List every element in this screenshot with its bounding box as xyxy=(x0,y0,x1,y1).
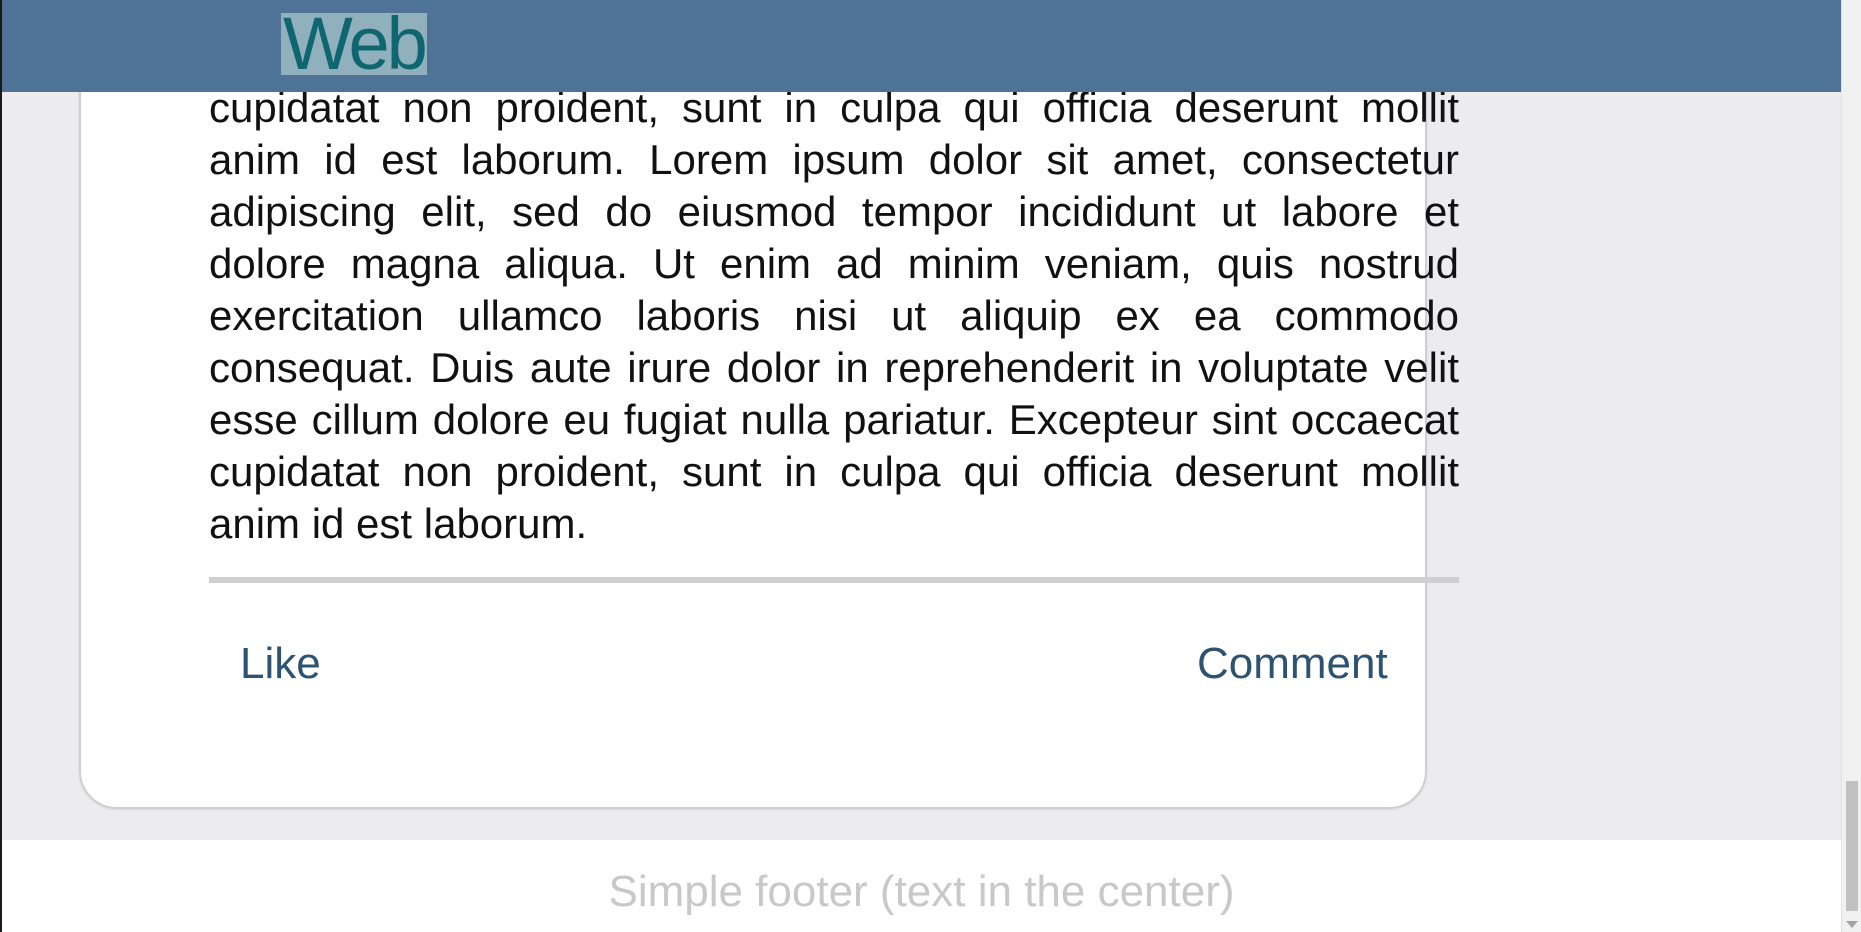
top-header-bar: Web xyxy=(0,0,1841,92)
scrollbar-thumb[interactable] xyxy=(1846,781,1858,911)
like-button[interactable]: Like xyxy=(240,638,321,690)
vertical-scrollbar[interactable] xyxy=(1841,0,1861,932)
site-logo[interactable]: Web xyxy=(281,13,427,75)
scroll-down-arrow-icon[interactable] xyxy=(1846,921,1858,928)
page-footer: Simple footer (text in the center) xyxy=(0,840,1841,932)
post-divider xyxy=(209,577,1459,583)
post-body-text: cillum dolore eu fugiat nulla pariatur. … xyxy=(209,32,1459,547)
post-card: cillum dolore eu fugiat nulla pariatur. … xyxy=(79,0,1459,809)
footer-text: Simple footer (text in the center) xyxy=(608,867,1235,916)
comment-button[interactable]: Comment xyxy=(1197,638,1388,690)
